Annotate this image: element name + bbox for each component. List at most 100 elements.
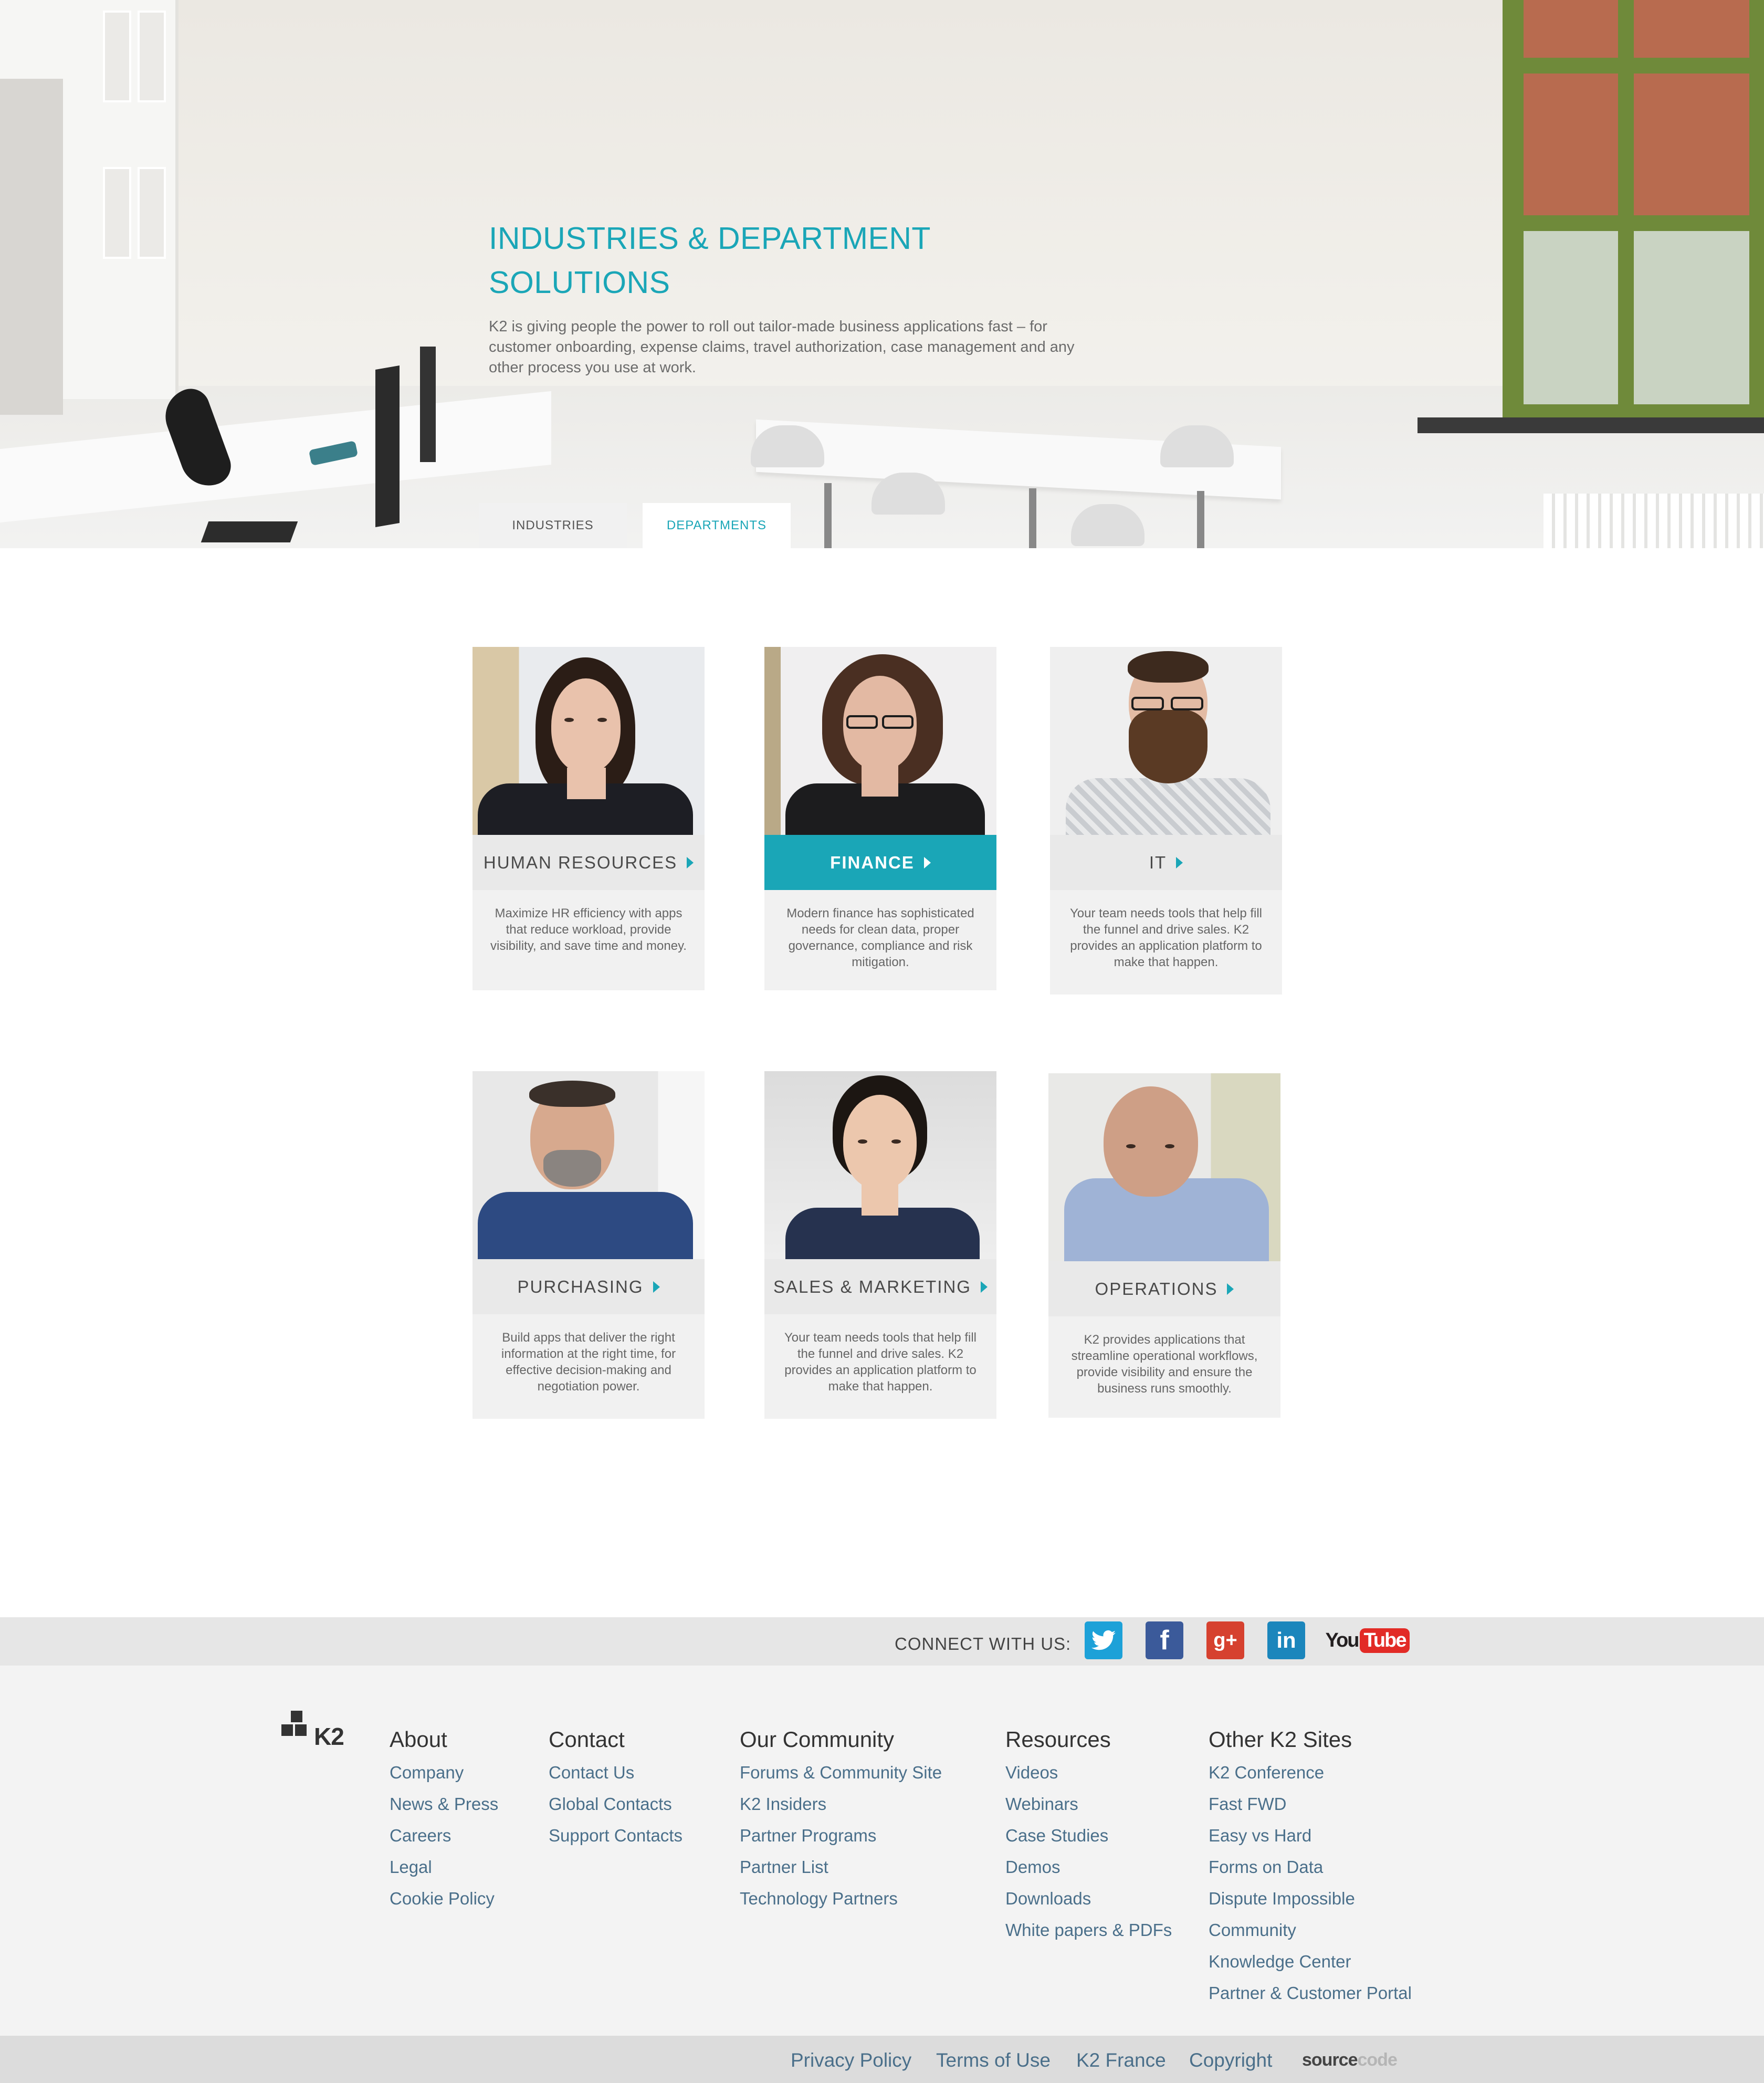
card-description: Modern finance has sophisticated needs f…: [786, 906, 974, 969]
card-band[interactable]: OPERATIONS: [1048, 1261, 1280, 1316]
department-card-purchasing[interactable]: PURCHASING Build apps that deliver the r…: [472, 1071, 705, 1419]
linkedin-icon[interactable]: in: [1267, 1621, 1305, 1659]
hero-banner: INDUSTRIES & DEPARTMENT SOLUTIONS K2 is …: [0, 0, 1764, 548]
footer-link-videos[interactable]: Videos: [1005, 1757, 1172, 1788]
hero-keyboard: [201, 521, 298, 542]
footer-link-dispute-impossible[interactable]: Dispute Impossible: [1209, 1883, 1412, 1914]
sourcecode-logo-part2: code: [1357, 2050, 1398, 2070]
card-description: Your team needs tools that help fill the…: [784, 1331, 976, 1394]
footer-column-resources: Resources Videos Webinars Case Studies D…: [1005, 1725, 1172, 1946]
footer-link-support-contacts[interactable]: Support Contacts: [549, 1820, 682, 1851]
twitter-icon[interactable]: [1085, 1621, 1122, 1659]
footer-link-news-press[interactable]: News & Press: [390, 1788, 498, 1820]
footer-link-community[interactable]: Community: [1209, 1914, 1412, 1946]
hero-door-pane: [138, 11, 166, 102]
privacy-policy-link[interactable]: Privacy Policy: [791, 2049, 911, 2071]
hero-door-pane: [138, 167, 166, 259]
footer-link-partner-programs[interactable]: Partner Programs: [740, 1820, 942, 1851]
footer-column-title: Our Community: [740, 1727, 895, 1752]
footer-link-careers[interactable]: Careers: [390, 1820, 498, 1851]
footer-link-partner-list[interactable]: Partner List: [740, 1851, 942, 1883]
footer-link-cookie-policy[interactable]: Cookie Policy: [390, 1883, 498, 1914]
hero-table-leg: [1197, 491, 1204, 548]
card-description: Your team needs tools that help fill the…: [1069, 906, 1262, 969]
sales-marketing-photo: [764, 1071, 996, 1259]
tab-industries[interactable]: INDUSTRIES: [479, 503, 627, 548]
k2-logo[interactable]: K2: [281, 1711, 355, 1750]
footer-link-technology-partners[interactable]: Technology Partners: [740, 1883, 942, 1914]
facebook-icon[interactable]: f: [1146, 1621, 1183, 1659]
footer-link-contact-us[interactable]: Contact Us: [549, 1757, 682, 1788]
department-card-human-resources[interactable]: HUMAN RESOURCES Maximize HR efficiency w…: [472, 647, 705, 990]
card-label: OPERATIONS: [1095, 1279, 1218, 1299]
card-description: Maximize HR efficiency with apps that re…: [490, 906, 687, 953]
footer-column-our-community: Our Community Forums & Community Site K2…: [740, 1725, 942, 1914]
tab-departments[interactable]: DEPARTMENTS: [643, 503, 791, 548]
page-title: INDUSTRIES & DEPARTMENT SOLUTIONS: [489, 216, 993, 305]
k2-france-link[interactable]: K2 France: [1076, 2049, 1166, 2071]
footer-column-contact: Contact Contact Us Global Contacts Suppo…: [549, 1725, 682, 1851]
footer-column-title: Resources: [1005, 1727, 1111, 1752]
card-band[interactable]: SALES & MARKETING: [764, 1259, 996, 1314]
footer-link-knowledge-center[interactable]: Knowledge Center: [1209, 1946, 1412, 1977]
page-title-line-2: SOLUTIONS: [489, 265, 670, 300]
chevron-right-icon: [687, 856, 694, 868]
card-label: FINANCE: [830, 852, 915, 872]
department-card-it[interactable]: IT Your team needs tools that help fill …: [1050, 647, 1282, 995]
footer-link-webinars[interactable]: Webinars: [1005, 1788, 1172, 1820]
connect-bar: [0, 1617, 1764, 1666]
google-plus-icon[interactable]: g+: [1206, 1621, 1244, 1659]
chevron-right-icon: [653, 1281, 660, 1293]
footer-link-white-papers[interactable]: White papers & PDFs: [1005, 1914, 1172, 1946]
hero-radiator: [1544, 494, 1764, 548]
department-card-sales-marketing[interactable]: SALES & MARKETING Your team needs tools …: [764, 1071, 996, 1419]
hero-window: [1503, 0, 1764, 431]
connect-label: CONNECT WITH US:: [895, 1634, 1072, 1653]
card-label: HUMAN RESOURCES: [483, 852, 678, 872]
hero-door-pane: [103, 167, 131, 259]
footer-link-forums[interactable]: Forums & Community Site: [740, 1757, 942, 1788]
hero-description: K2 is giving people the power to roll ou…: [489, 318, 1075, 376]
card-band[interactable]: FINANCE: [764, 835, 996, 890]
card-band[interactable]: IT: [1050, 835, 1282, 890]
footer-link-partner-customer-portal[interactable]: Partner & Customer Portal: [1209, 1977, 1412, 2009]
youtube-icon[interactable]: You Tube: [1326, 1621, 1410, 1659]
footer-link-k2-conference[interactable]: K2 Conference: [1209, 1757, 1412, 1788]
hero-doorway: [0, 79, 63, 415]
hero-window-ledge: [1418, 417, 1764, 433]
department-card-finance[interactable]: FINANCE Modern finance has sophisticated…: [764, 647, 996, 990]
terms-of-use-link[interactable]: Terms of Use: [936, 2049, 1051, 2071]
card-description: Build apps that deliver the right inform…: [501, 1331, 676, 1394]
footer-link-demos[interactable]: Demos: [1005, 1851, 1172, 1883]
footer-column-title: Contact: [549, 1727, 625, 1752]
footer-link-case-studies[interactable]: Case Studies: [1005, 1820, 1172, 1851]
hero-table-leg: [824, 483, 832, 548]
sourcecode-logo[interactable]: sourcecode: [1302, 2050, 1398, 2070]
hero-monitor: [375, 365, 400, 528]
operations-photo: [1048, 1073, 1280, 1261]
footer-link-fast-fwd[interactable]: Fast FWD: [1209, 1788, 1412, 1820]
purchasing-photo: [472, 1071, 705, 1259]
chevron-right-icon: [1227, 1283, 1234, 1295]
footer-link-downloads[interactable]: Downloads: [1005, 1883, 1172, 1914]
footer-column-other-k2-sites: Other K2 Sites K2 Conference Fast FWD Ea…: [1209, 1725, 1412, 2009]
card-band[interactable]: PURCHASING: [472, 1259, 705, 1314]
department-card-operations[interactable]: OPERATIONS K2 provides applications that…: [1048, 1073, 1280, 1418]
hero-monitor: [420, 347, 436, 462]
footer-link-global-contacts[interactable]: Global Contacts: [549, 1788, 682, 1820]
finance-photo: [764, 647, 996, 835]
footer-column-about: About Company News & Press Careers Legal…: [390, 1725, 498, 1914]
card-label: IT: [1149, 852, 1167, 872]
footer-link-legal[interactable]: Legal: [390, 1851, 498, 1883]
hero-door-pane: [103, 11, 131, 102]
footer-link-forms-on-data[interactable]: Forms on Data: [1209, 1851, 1412, 1883]
chevron-right-icon: [980, 1281, 988, 1293]
footer-link-company[interactable]: Company: [390, 1757, 498, 1788]
card-label: PURCHASING: [517, 1276, 644, 1296]
footer-link-k2-insiders[interactable]: K2 Insiders: [740, 1788, 942, 1820]
sourcecode-logo-part1: source: [1302, 2050, 1358, 2070]
hero-table-leg: [1029, 488, 1036, 548]
card-band[interactable]: HUMAN RESOURCES: [472, 835, 705, 890]
copyright-link[interactable]: Copyright: [1189, 2049, 1272, 2071]
footer-link-easy-vs-hard[interactable]: Easy vs Hard: [1209, 1820, 1412, 1851]
